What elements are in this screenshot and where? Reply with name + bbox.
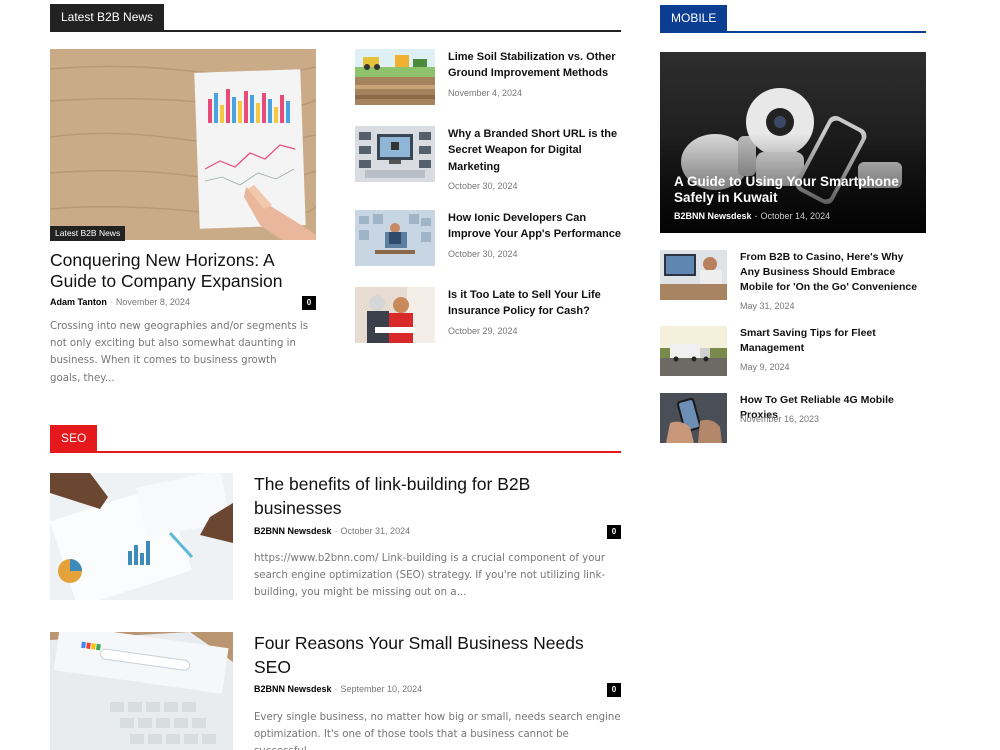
featured-post-meta: Adam Tanton - November 8, 2024 (50, 297, 190, 307)
mobile-featured-date: October 14, 2024 (760, 211, 831, 221)
seo-section-divider (50, 451, 621, 453)
seo-post-2-date: September 10, 2024 (340, 684, 423, 694)
featured-post-title[interactable]: Conquering New Horizons: A Guide to Comp… (50, 250, 316, 292)
mobile-featured-meta: B2BNN Newsdesk - October 14, 2024 (674, 211, 830, 221)
seo-post-2-comment-count[interactable]: 0 (607, 683, 621, 697)
mobile-featured-image[interactable] (660, 52, 926, 233)
seo-post-1-comment-count[interactable]: 0 (607, 525, 621, 539)
featured-post-author[interactable]: Adam Tanton (50, 297, 107, 307)
meta-separator: - (754, 211, 758, 221)
meta-separator: - (334, 526, 338, 536)
seo-post-2-meta: B2BNN Newsdesk - September 10, 2024 (254, 684, 422, 694)
seo-post-1-title[interactable]: The benefits of link-building for B2B bu… (254, 473, 594, 520)
seo-post-1-excerpt: https://www.b2bnn.com/ Link-building is … (254, 553, 606, 599)
featured-comment-count[interactable]: 0 (302, 296, 316, 310)
mobile-featured-title[interactable]: A Guide to Using Your Smartphone Safely … (674, 174, 914, 205)
mobile-item-1-date: May 31, 2024 (740, 301, 795, 311)
seo-post-2-author[interactable]: B2BNN Newsdesk (254, 684, 332, 694)
latest-item-2-image[interactable] (355, 126, 435, 182)
latest-section-divider (50, 30, 621, 32)
latest-item-1-date: November 4, 2024 (448, 88, 523, 98)
featured-post-excerpt: Crossing into new geographies and/or seg… (50, 321, 309, 384)
mobile-section-header: MOBILE (660, 5, 926, 33)
mobile-item-3-date: November 16, 2023 (740, 414, 820, 424)
latest-item-2-date: October 30, 2024 (448, 181, 518, 191)
mobile-item-2-image[interactable] (660, 326, 727, 376)
mobile-item-3-image[interactable] (660, 393, 727, 443)
latest-section-header: Latest B2B News (50, 4, 621, 32)
latest-item-1-title[interactable]: Lime Soil Stabilization vs. Other Ground… (448, 49, 623, 82)
seo-post-2-excerpt: Every single business, no matter how big… (254, 712, 621, 750)
latest-item-2-title[interactable]: Why a Branded Short URL is the Secret We… (448, 126, 623, 175)
featured-post-date: November 8, 2024 (115, 297, 190, 307)
mobile-item-1-title[interactable]: From B2B to Casino, Here's Why Any Busin… (740, 250, 925, 294)
seo-section-header: SEO (50, 425, 621, 453)
seo-post-1-image[interactable] (50, 473, 233, 600)
featured-post-image[interactable] (50, 49, 316, 240)
mobile-item-2-date: May 9, 2024 (740, 362, 790, 372)
mobile-item-1-image[interactable] (660, 250, 727, 300)
seo-post-2-image[interactable] (50, 632, 233, 750)
mobile-section-divider (660, 31, 926, 33)
seo-post-1-author[interactable]: B2BNN Newsdesk (254, 526, 332, 536)
seo-post-2-title[interactable]: Four Reasons Your Small Business Needs S… (254, 632, 614, 679)
latest-item-1-image[interactable] (355, 49, 435, 105)
seo-post-1-meta: B2BNN Newsdesk - October 31, 2024 (254, 526, 410, 536)
mobile-section-label[interactable]: MOBILE (660, 5, 728, 31)
latest-item-4-title[interactable]: Is it Too Late to Sell Your Life Insuran… (448, 287, 623, 320)
meta-separator: - (109, 297, 113, 307)
meta-separator: - (334, 684, 338, 694)
mobile-featured-author[interactable]: B2BNN Newsdesk (674, 211, 752, 221)
latest-item-4-date: October 29, 2024 (448, 326, 518, 336)
latest-item-3-title[interactable]: How Ionic Developers Can Improve Your Ap… (448, 210, 623, 243)
latest-section-label[interactable]: Latest B2B News (50, 4, 165, 30)
featured-category-label[interactable]: Latest B2B News (50, 226, 126, 241)
seo-post-1-date: October 31, 2024 (340, 526, 411, 536)
latest-item-4-image[interactable] (355, 287, 435, 343)
seo-section-label[interactable]: SEO (50, 425, 98, 451)
latest-item-3-image[interactable] (355, 210, 435, 266)
latest-item-3-date: October 30, 2024 (448, 249, 518, 259)
mobile-item-2-title[interactable]: Smart Saving Tips for Fleet Management (740, 326, 925, 356)
